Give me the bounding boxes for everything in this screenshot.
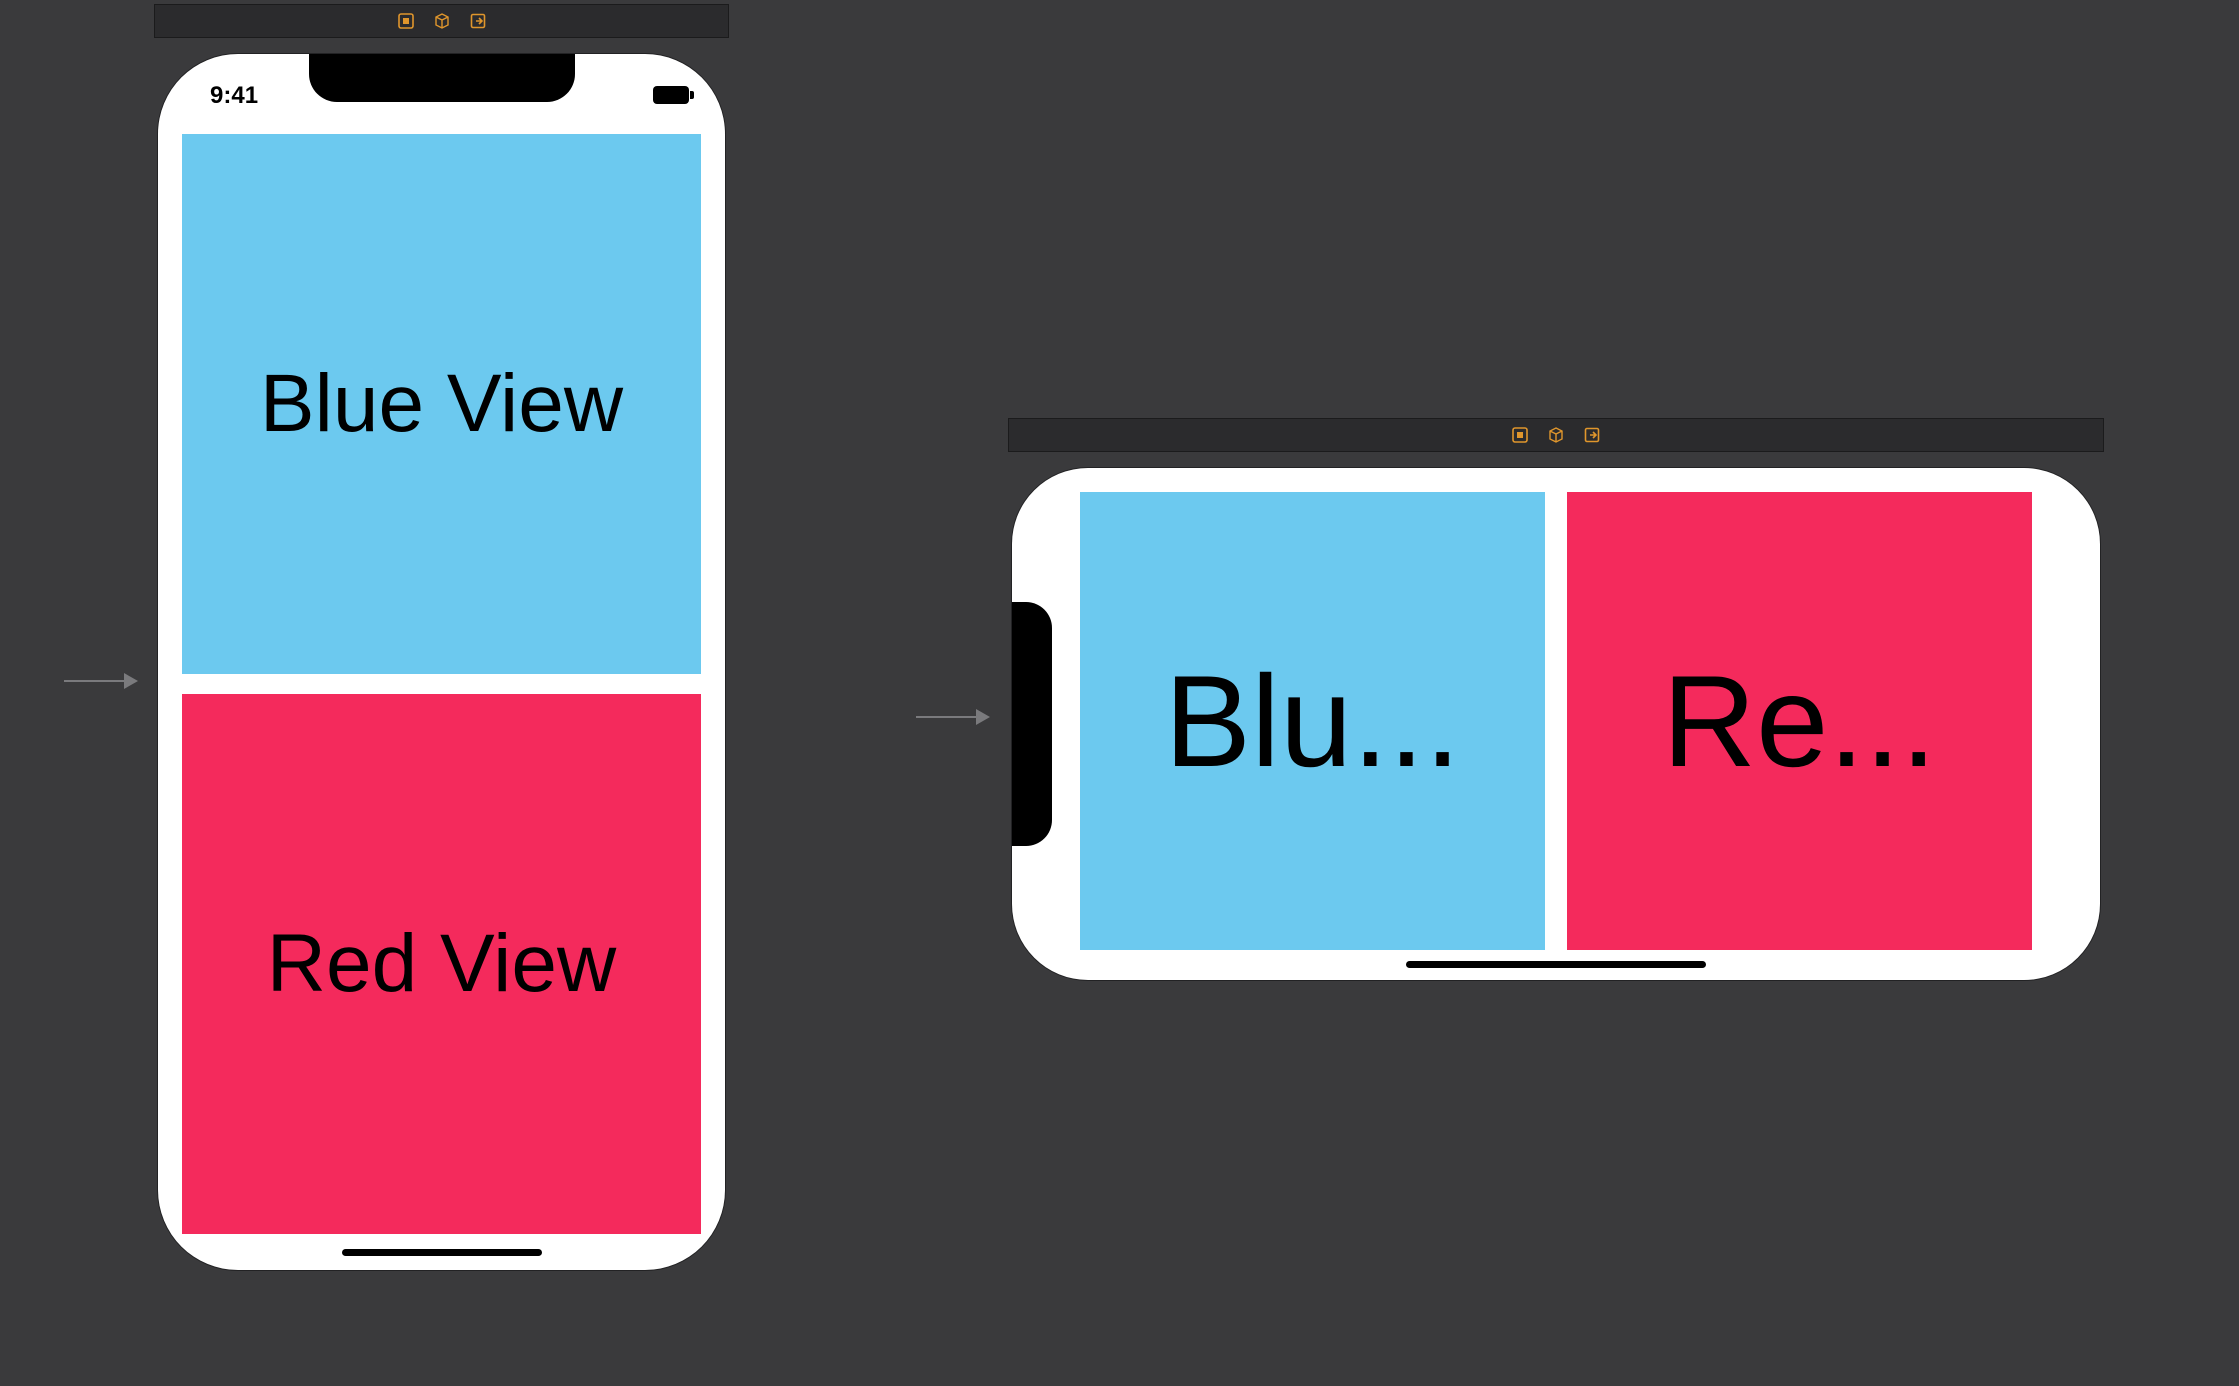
home-indicator	[1406, 961, 1706, 968]
red-view-portrait[interactable]: Red View	[182, 694, 701, 1234]
red-view-label: Red View	[267, 917, 616, 1011]
status-bar-time: 9:41	[210, 82, 258, 110]
blue-view-landscape[interactable]: Blu...	[1080, 492, 1545, 950]
landscape-content: Blu... Re...	[1080, 492, 2032, 950]
cube-icon[interactable]	[433, 12, 451, 30]
exit-icon[interactable]	[1583, 426, 1601, 444]
iphone-portrait-frame: 9:41 Blue View Red View	[158, 54, 725, 1270]
stop-square-icon[interactable]	[397, 12, 415, 30]
blue-view-label: Blu...	[1164, 646, 1460, 796]
device-notch	[309, 54, 575, 102]
segue-arrow	[916, 716, 988, 718]
segue-arrow	[64, 680, 136, 682]
red-view-landscape[interactable]: Re...	[1567, 492, 2032, 950]
scene-toolbar-landscape	[1008, 418, 2104, 452]
scene-toolbar-portrait	[154, 4, 729, 38]
cube-icon[interactable]	[1547, 426, 1565, 444]
red-view-label: Re...	[1662, 646, 1937, 796]
home-indicator	[342, 1249, 542, 1256]
exit-icon[interactable]	[469, 12, 487, 30]
stop-square-icon[interactable]	[1511, 426, 1529, 444]
iphone-landscape-frame: Blu... Re...	[1012, 468, 2100, 980]
blue-view-portrait[interactable]: Blue View	[182, 134, 701, 674]
battery-icon	[653, 86, 689, 104]
device-notch	[1012, 602, 1052, 846]
blue-view-label: Blue View	[260, 357, 623, 451]
